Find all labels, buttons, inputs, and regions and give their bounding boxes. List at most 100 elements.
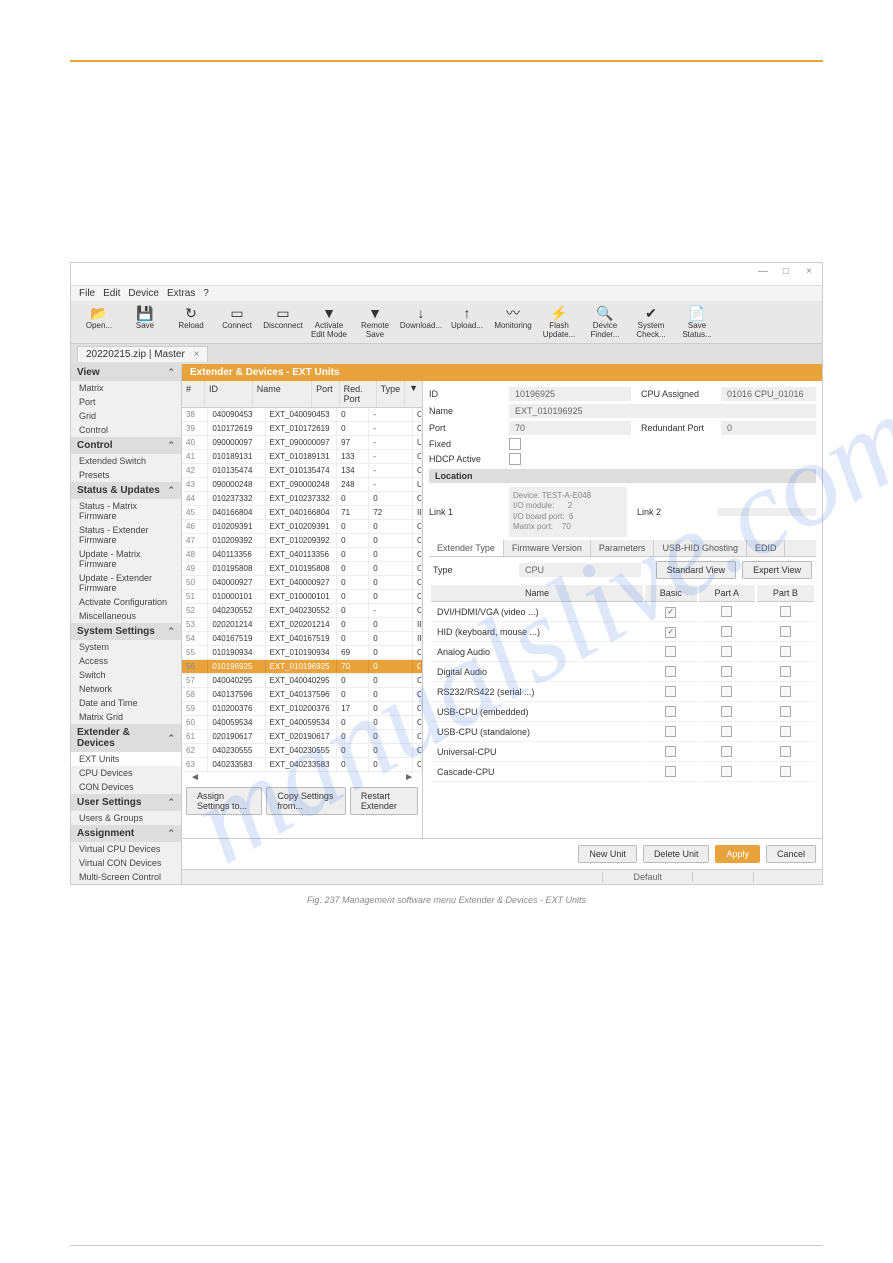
redundant-port-field[interactable]: 0 xyxy=(721,421,816,435)
standard-view-button[interactable]: Standard View xyxy=(656,561,736,579)
sidebar-item-extended-switch[interactable]: Extended Switch xyxy=(71,454,181,468)
toolbar-monitoring[interactable]: 〰Monitoring xyxy=(491,305,535,339)
maximize-icon[interactable]: □ xyxy=(779,266,793,280)
table-row[interactable]: 44010237332EXT_01023733200CPU xyxy=(182,492,422,506)
table-row[interactable]: 55010190934EXT_010190934690CPU xyxy=(182,646,422,660)
sidebar-item-virtual-cpu-devices[interactable]: Virtual CPU Devices xyxy=(71,842,181,856)
toolbar-activate-edit-mode[interactable]: ▼Activate Edit Mode xyxy=(307,305,351,339)
menu-extras[interactable]: Extras xyxy=(167,288,195,299)
sidebar-header-view[interactable]: View⌃ xyxy=(71,364,181,381)
sidebar-item-access[interactable]: Access xyxy=(71,654,181,668)
apply-button[interactable]: Apply xyxy=(715,845,760,863)
sidebar-item-control[interactable]: Control xyxy=(71,423,181,437)
sidebar-header-status-updates[interactable]: Status & Updates⌃ xyxy=(71,482,181,499)
sidebar-header-system-settings[interactable]: System Settings⌃ xyxy=(71,623,181,640)
table-row[interactable]: 57040040295EXT_04004029500CON xyxy=(182,674,422,688)
feature-checkbox[interactable] xyxy=(721,766,732,777)
feature-checkbox[interactable] xyxy=(721,606,732,617)
tab-parameters[interactable]: Parameters xyxy=(591,540,655,556)
table-row[interactable]: 62040230555EXT_04023055500CON xyxy=(182,744,422,758)
toolbar-flash-update-[interactable]: ⚡Flash Update... xyxy=(537,305,581,339)
feature-checkbox[interactable] xyxy=(780,766,791,777)
toolbar-open-[interactable]: 📂Open... xyxy=(77,305,121,339)
toolbar-system-check-[interactable]: ✔System Check... xyxy=(629,305,673,339)
col-redport[interactable]: Red. Port xyxy=(340,381,377,407)
feature-checkbox[interactable] xyxy=(721,746,732,757)
col-port[interactable]: Port xyxy=(312,381,340,407)
table-row[interactable]: 49010195808EXT_01019580800CON xyxy=(182,562,422,576)
feature-checkbox[interactable] xyxy=(780,646,791,657)
toolbar-download-[interactable]: ↓Download... xyxy=(399,305,443,339)
toolbar-upload-[interactable]: ↑Upload... xyxy=(445,305,489,339)
col-name[interactable]: Name xyxy=(253,381,312,407)
name-field[interactable]: EXT_010196925 xyxy=(509,404,816,418)
sidebar-item-matrix[interactable]: Matrix xyxy=(71,381,181,395)
feature-checkbox[interactable] xyxy=(665,726,676,737)
toolbar-reload[interactable]: ↻Reload xyxy=(169,305,213,339)
toolbar-save[interactable]: 💾Save xyxy=(123,305,167,339)
sidebar-item-con-devices[interactable]: CON Devices xyxy=(71,780,181,794)
sidebar-item-miscellaneous[interactable]: Miscellaneous xyxy=(71,609,181,623)
tab-close-icon[interactable]: × xyxy=(194,349,200,360)
tab-usb-hid-ghosting[interactable]: USB-HID Ghosting xyxy=(654,540,747,556)
restart-extender-button[interactable]: Restart Extender xyxy=(350,787,418,815)
feature-checkbox[interactable] xyxy=(721,726,732,737)
sidebar-item-grid[interactable]: Grid xyxy=(71,409,181,423)
feature-checkbox[interactable] xyxy=(665,627,676,638)
sidebar-item-update-matrix-firmware[interactable]: Update - Matrix Firmware xyxy=(71,547,181,571)
sidebar-item-activate-configuration[interactable]: Activate Configuration xyxy=(71,595,181,609)
feature-checkbox[interactable] xyxy=(665,766,676,777)
close-icon[interactable]: × xyxy=(802,266,816,280)
sidebar-item-virtual-con-devices[interactable]: Virtual CON Devices xyxy=(71,856,181,870)
feature-checkbox[interactable] xyxy=(665,646,676,657)
feature-checkbox[interactable] xyxy=(780,666,791,677)
feature-checkbox[interactable] xyxy=(721,646,732,657)
menu-device[interactable]: Device xyxy=(128,288,159,299)
feature-checkbox[interactable] xyxy=(721,626,732,637)
menu-?[interactable]: ? xyxy=(203,288,209,299)
tab-extender-type[interactable]: Extender Type xyxy=(429,540,504,556)
sidebar-item-multi-screen-control[interactable]: Multi-Screen Control xyxy=(71,870,181,884)
minimize-icon[interactable]: — xyxy=(756,266,770,280)
table-row[interactable]: 39010172619EXT_0101726190-CPU xyxy=(182,422,422,436)
toolbar-remote-save[interactable]: ▼Remote Save xyxy=(353,305,397,339)
col-num[interactable]: # xyxy=(182,381,205,407)
feature-checkbox[interactable] xyxy=(721,686,732,697)
table-row[interactable]: 63040233583EXT_04023358300CON xyxy=(182,758,422,772)
feature-checkbox[interactable] xyxy=(780,686,791,697)
feature-checkbox[interactable] xyxy=(665,746,676,757)
toolbar-connect[interactable]: ▭Connect xyxy=(215,305,259,339)
copy-settings-from--button[interactable]: Copy Settings from... xyxy=(266,787,345,815)
table-row[interactable]: 47010209392EXT_01020939200CON xyxy=(182,534,422,548)
table-row[interactable]: 56010196925EXT_010196925700CPU xyxy=(182,660,422,674)
table-row[interactable]: 48040113356EXT_04011335600CON xyxy=(182,548,422,562)
feature-checkbox[interactable] xyxy=(665,666,676,677)
feature-checkbox[interactable] xyxy=(665,706,676,717)
menu-edit[interactable]: Edit xyxy=(103,288,120,299)
table-row[interactable]: 45040166804EXT_0401668047172IF CPU xyxy=(182,506,422,520)
sidebar-item-update-extender-firmware[interactable]: Update - Extender Firmware xyxy=(71,571,181,595)
table-row[interactable]: 52040230552EXT_0402305520-CON xyxy=(182,604,422,618)
hdcp-checkbox[interactable] xyxy=(509,453,521,465)
sidebar-item-switch[interactable]: Switch xyxy=(71,668,181,682)
table-row[interactable]: 40090000097EXT_09000009797-USB 2.0 CON xyxy=(182,436,422,450)
sidebar-item-status-matrix-firmware[interactable]: Status - Matrix Firmware xyxy=(71,499,181,523)
table-row[interactable]: 51010000101EXT_01000010100CON xyxy=(182,590,422,604)
delete-unit-button[interactable]: Delete Unit xyxy=(643,845,710,863)
table-row[interactable]: 43090000248EXT_090000248248-USB 2.0 CPU xyxy=(182,478,422,492)
table-row[interactable]: 54040167519EXT_04016751900IF CPU xyxy=(182,632,422,646)
feature-checkbox[interactable] xyxy=(780,746,791,757)
sidebar-item-system[interactable]: System xyxy=(71,640,181,654)
sidebar-header-user-settings[interactable]: User Settings⌃ xyxy=(71,794,181,811)
sidebar-item-network[interactable]: Network xyxy=(71,682,181,696)
sidebar-item-date-and-time[interactable]: Date and Time xyxy=(71,696,181,710)
menu-file[interactable]: File xyxy=(79,288,95,299)
sidebar-item-status-extender-firmware[interactable]: Status - Extender Firmware xyxy=(71,523,181,547)
feature-checkbox[interactable] xyxy=(665,607,676,618)
sidebar-header-control[interactable]: Control⌃ xyxy=(71,437,181,454)
feature-checkbox[interactable] xyxy=(780,626,791,637)
table-row[interactable]: 46010209391EXT_01020939100CON xyxy=(182,520,422,534)
table-row[interactable]: 41010189131EXT_010189131133-CON xyxy=(182,450,422,464)
tab-document[interactable]: 20220215.zip | Master × xyxy=(77,346,208,362)
toolbar-disconnect[interactable]: ▭Disconnect xyxy=(261,305,305,339)
